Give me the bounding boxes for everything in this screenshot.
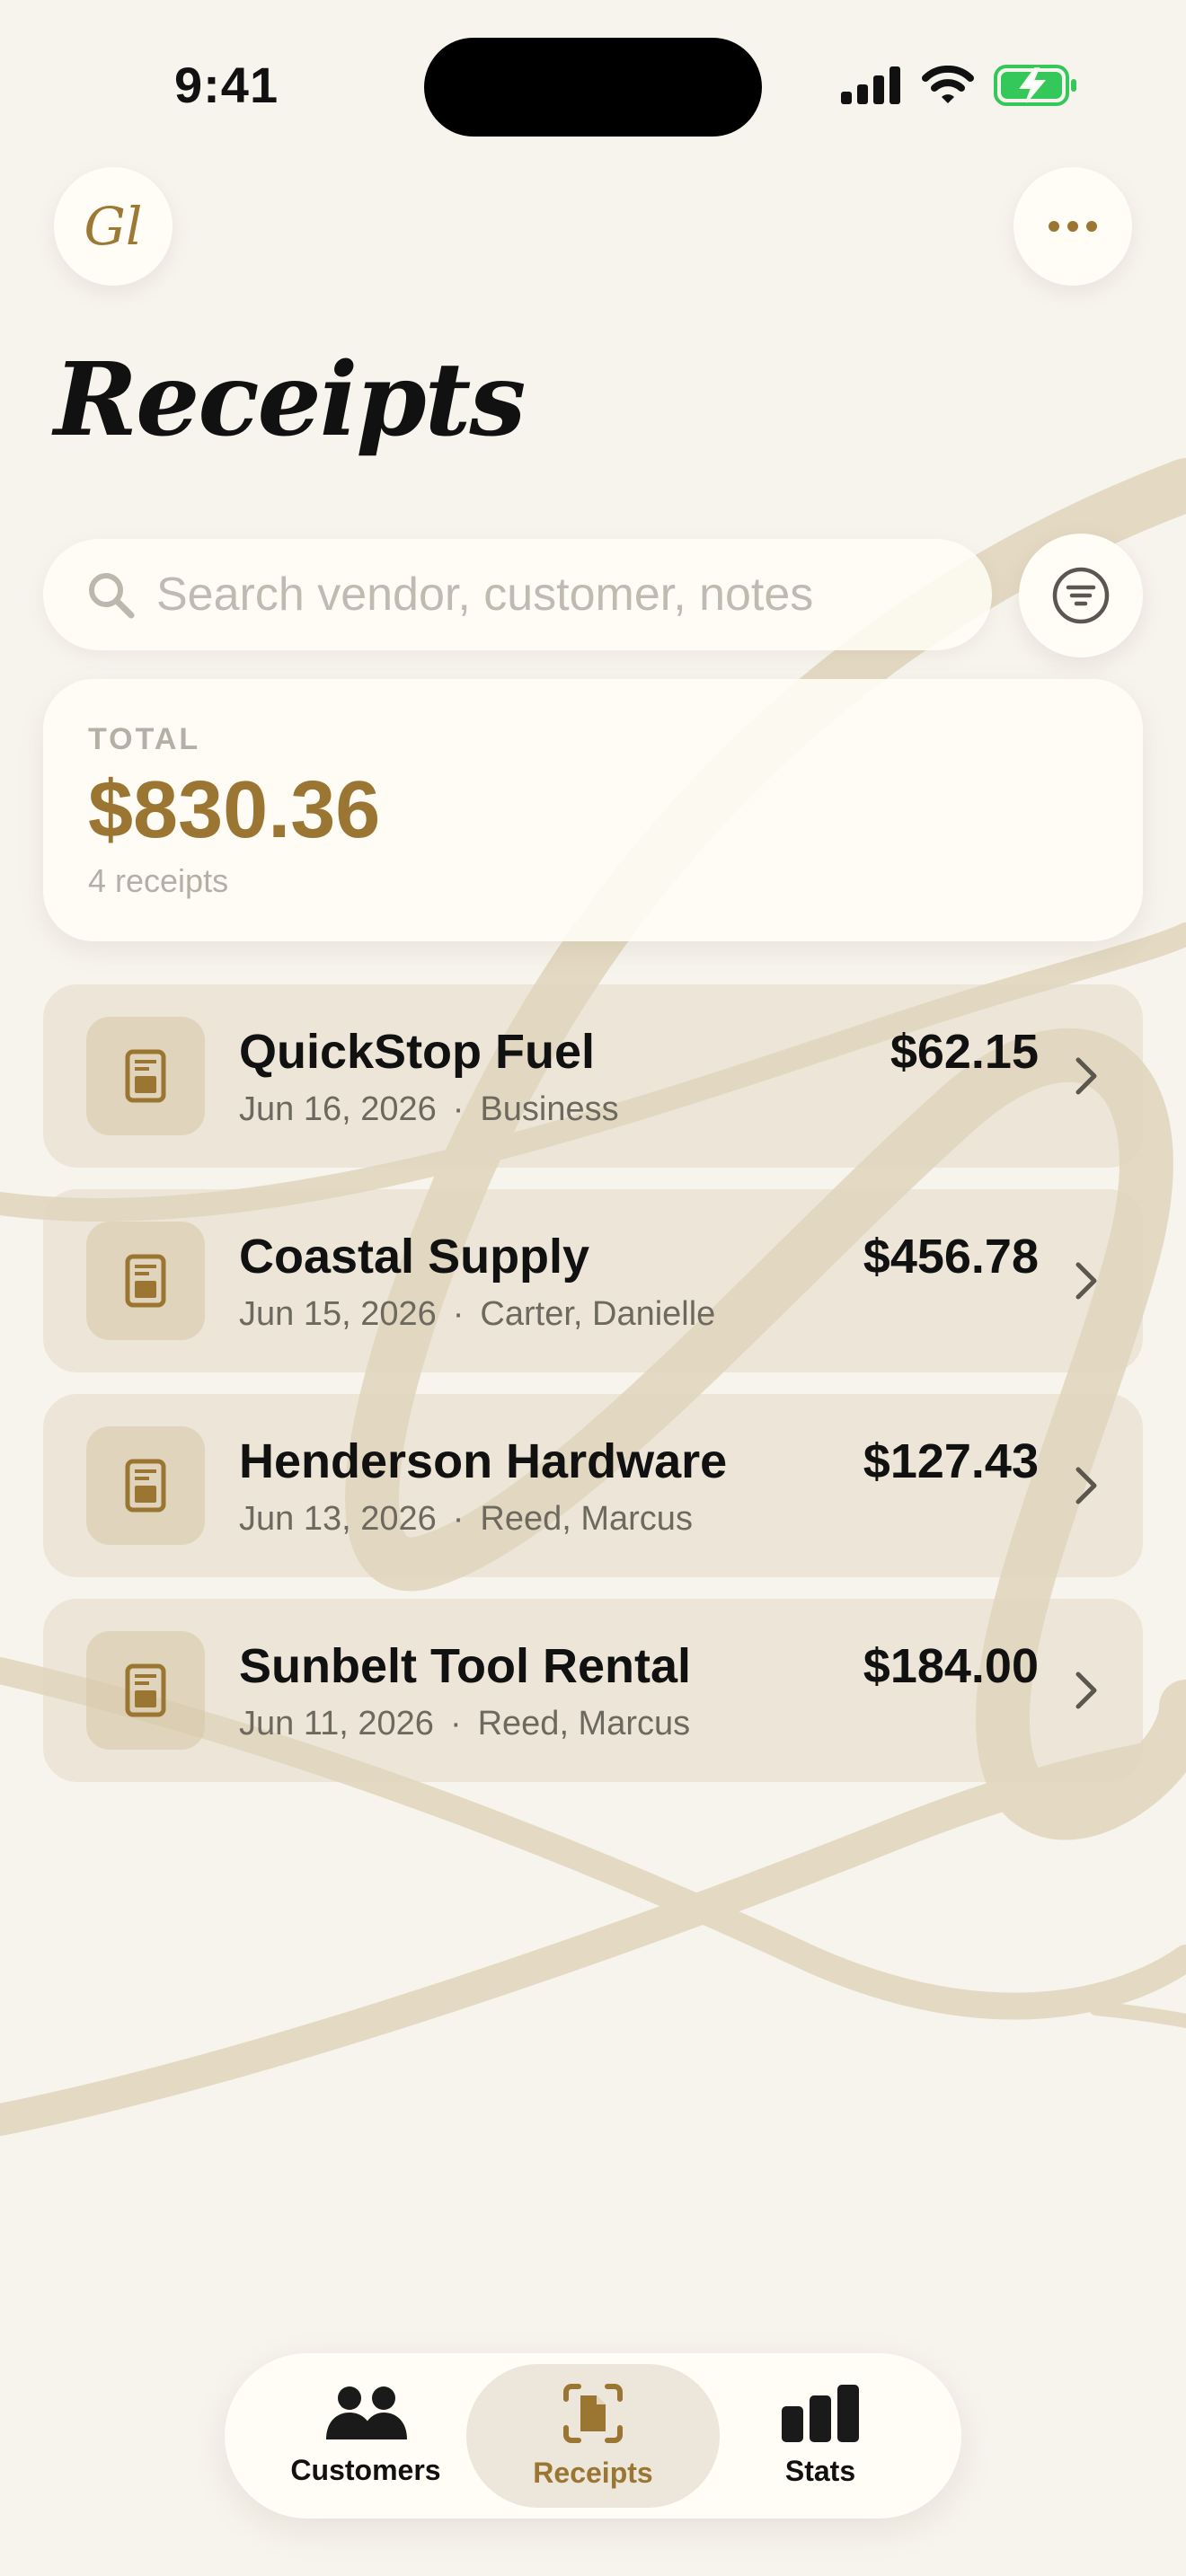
people-icon — [326, 2386, 407, 2439]
meta-separator: · — [452, 1090, 465, 1128]
meta-separator: · — [449, 1705, 462, 1742]
bar-chart-icon — [782, 2384, 859, 2442]
receipt-amount: $127.43 — [863, 1434, 1039, 1488]
receipt-tag: Carter, Danielle — [480, 1295, 716, 1333]
receipt-icon — [86, 1017, 205, 1135]
page-title: Receipts — [54, 341, 526, 459]
tab-bar: Customers Receipts Stats — [225, 2353, 961, 2519]
receipt-date: Jun 13, 2026 — [239, 1500, 437, 1538]
receipt-row[interactable]: Coastal Supply Jun 15, 2026 · Carter, Dani… — [43, 1189, 1143, 1372]
status-time: 9:41 — [174, 57, 279, 113]
chevron-right-icon — [1075, 1262, 1097, 1300]
receipt-vendor: Coastal Supply — [239, 1230, 590, 1284]
receipt-meta: Jun 11, 2026 · Reed, Marcus — [239, 1705, 690, 1743]
receipt-vendor: Henderson Hardware — [239, 1434, 728, 1488]
more-icon-dot — [1086, 221, 1097, 232]
receipt-count: 4 receipts — [88, 862, 229, 899]
filter-button[interactable] — [1019, 534, 1143, 657]
receipt-row[interactable]: QuickStop Fuel Jun 16, 2026 · Business $62… — [43, 984, 1143, 1168]
more-options-button[interactable] — [1013, 167, 1132, 286]
dynamic-island — [424, 38, 762, 137]
receipt-meta: Jun 15, 2026 · Carter, Danielle — [239, 1295, 715, 1334]
logo-button[interactable]: Gl — [54, 167, 173, 286]
tab-receipts[interactable]: Receipts — [466, 2364, 720, 2508]
search-icon — [89, 573, 135, 619]
receipt-icon — [86, 1222, 205, 1340]
more-icon — [1049, 221, 1059, 232]
logo-monogram: Gl — [84, 196, 143, 257]
chevron-right-icon — [1075, 1672, 1097, 1709]
battery-charging-icon — [994, 65, 1076, 106]
tab-stats[interactable]: Stats — [694, 2364, 947, 2508]
tab-label: Customers — [290, 2453, 441, 2486]
total-amount: $830.36 — [88, 765, 381, 855]
search-bar[interactable] — [43, 539, 992, 650]
receipt-meta: Jun 16, 2026 · Business — [239, 1090, 619, 1129]
receipt-date: Jun 11, 2026 — [239, 1705, 434, 1742]
receipt-amount: $62.15 — [890, 1025, 1039, 1079]
receipt-tag: Reed, Marcus — [480, 1500, 693, 1538]
receipt-date: Jun 15, 2026 — [239, 1295, 437, 1333]
receipt-vendor: Sunbelt Tool Rental — [239, 1639, 691, 1693]
meta-separator: · — [452, 1295, 465, 1333]
receipt-amount: $184.00 — [863, 1639, 1039, 1693]
tab-customers[interactable]: Customers — [239, 2364, 492, 2508]
receipt-meta: Jun 13, 2026 · Reed, Marcus — [239, 1500, 693, 1539]
status-icons — [841, 65, 1078, 106]
meta-separator: · — [452, 1500, 465, 1538]
chevron-right-icon — [1075, 1057, 1097, 1095]
receipt-tag: Business — [480, 1090, 619, 1128]
receipt-icon — [86, 1426, 205, 1545]
more-icon-dot — [1067, 221, 1078, 232]
receipt-row[interactable]: Henderson Hardware Jun 13, 2026 · Reed, Ma… — [43, 1394, 1143, 1577]
receipt-date: Jun 16, 2026 — [239, 1090, 437, 1128]
search-input[interactable] — [156, 568, 965, 622]
receipt-scan-icon — [563, 2383, 623, 2443]
filter-icon — [1052, 567, 1110, 624]
wifi-icon — [922, 66, 974, 103]
receipt-amount: $456.78 — [863, 1230, 1039, 1284]
receipt-list: QuickStop Fuel Jun 16, 2026 · Business $62… — [43, 984, 1143, 1804]
receipt-vendor: QuickStop Fuel — [239, 1025, 596, 1079]
chevron-right-icon — [1075, 1467, 1097, 1504]
receipt-tag: Reed, Marcus — [477, 1705, 691, 1742]
tab-label: Receipts — [533, 2456, 653, 2489]
tab-label: Stats — [784, 2454, 856, 2487]
cellular-signal-icon — [841, 66, 900, 104]
total-summary-card: TOTAL $830.36 4 receipts — [43, 679, 1143, 941]
receipt-row[interactable]: Sunbelt Tool Rental Jun 11, 2026 · Reed, M… — [43, 1599, 1143, 1782]
total-label: TOTAL — [88, 722, 201, 756]
receipt-icon — [86, 1631, 205, 1750]
